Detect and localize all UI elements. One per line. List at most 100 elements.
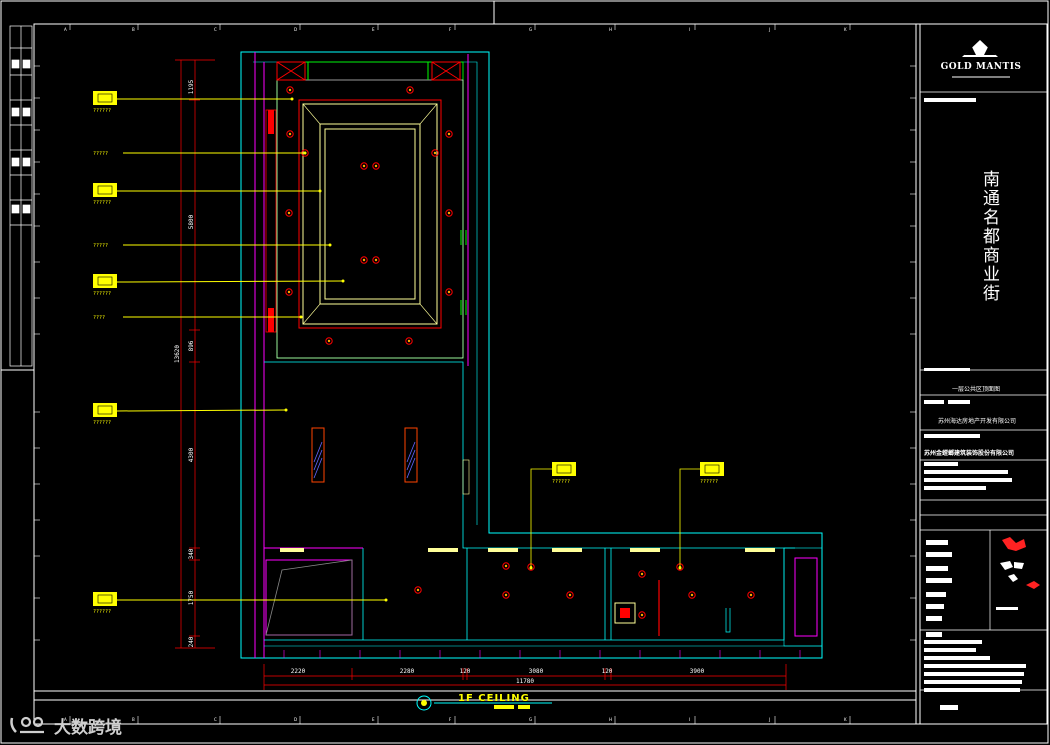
grid-letter-bottom: F [449,717,452,722]
dimension-overall-height: 13620 [174,345,181,363]
grid-letter-bottom: E [372,717,375,722]
callout-dot [341,279,345,283]
downlight-core [433,151,437,155]
downlight-core [287,211,291,215]
downlight-core [408,88,412,92]
grid-letter-top: I [689,27,690,32]
callout-dot [299,315,303,319]
downlight-core [327,339,331,343]
dimension-overall-width: 11780 [516,678,534,685]
callout-leader [116,280,344,283]
downlight-core [690,593,694,597]
grid-letter-bottom: K [844,717,847,722]
downlight-core [640,572,644,576]
grid-letter-bottom: C [214,717,217,722]
grid-letter-top: C [214,27,217,32]
dimension-left: 1750 [188,590,195,605]
callout-leader [116,409,287,412]
callout-leader [530,468,552,568]
brand-name: GOLD MANTIS [940,62,1022,72]
grid-letter-top: K [844,27,847,32]
dimension-left: 1195 [188,79,195,94]
drawing-title-block: 1F CEILING [416,693,552,711]
dimension-left: 240 [188,636,195,647]
dimension-bottom: 3080 [529,668,544,675]
downlight-core [568,593,572,597]
callout-dot [318,189,322,193]
dimension-bottom: 120 [602,668,613,675]
cad-drawing-canvas: AABBCCDDEEFFGGHHIIJJKK ?????????????????… [0,0,1049,744]
callout-label: ?????? [93,291,111,297]
grid-letter-top: G [529,27,532,32]
downlight-core [374,258,378,262]
left-dimension-line [175,59,215,649]
designer-company: 苏州金螳螂建筑装饰股份有限公司 [924,450,1015,457]
callout-label: ???? [93,315,105,321]
callout-label: ?????? [700,479,718,485]
downlights [285,86,755,619]
dimension-left: 4300 [188,447,195,462]
downlight-core [749,593,753,597]
downlight-core [288,132,292,136]
signature-stamps [996,537,1040,610]
grid-letter-bottom: G [529,717,532,722]
client-company: 苏州海达房地产开发有限公司 [938,418,1017,425]
grid-letter-bottom: B [132,717,135,722]
callout-label: ?????? [93,200,111,206]
callout-tag-icon [93,91,117,105]
grid-letter-top: F [449,27,452,32]
dimension-text: 2220 2280 120 3080 120 3900 11780 1195 5800 896 43… [174,79,705,685]
grid-letter-bottom: H [609,717,612,722]
callout-tag-icon [93,403,117,417]
callout-label: ????? [93,151,108,157]
callout-leader [679,468,700,568]
downlight-core [288,88,292,92]
project-name: 南通名都商业街 [979,170,999,303]
callout-dot [290,97,294,101]
grid-letter-top: B [132,27,135,32]
left-strip [9,25,33,367]
callout-label: ?????? [552,479,570,485]
downlight-core [362,258,366,262]
grid-letter-bottom: J [768,717,770,722]
downlight-core [407,339,411,343]
dashukuajing-logo-icon [10,716,44,734]
grid-letter-top: J [768,27,770,32]
callout-dot [284,408,288,412]
callout-tag-icon [93,183,117,197]
dimension-left: 896 [188,340,195,351]
grid-letter-top: E [372,27,375,32]
watermark: 大数跨境 [8,713,122,738]
downlight-core [287,290,291,294]
bottom-dimension-line [263,664,787,690]
drawing-frame [0,0,1049,744]
downlight-core [447,132,451,136]
dimension-bottom: 2220 [291,668,306,675]
downlight-core [447,290,451,294]
dimension-left: 340 [188,548,195,559]
callouts: ????????????????????????????????????????… [93,91,724,615]
callout-dot [678,566,682,570]
callout-dot [328,243,332,247]
dimension-left: 5800 [188,214,195,229]
downlight-core [447,211,451,215]
grid-letter-top: H [609,27,612,32]
callout-label: ????? [93,243,108,249]
dimension-bottom: 2280 [400,668,415,675]
callout-tag-icon [93,274,117,288]
callout-tag-icon [700,462,724,476]
grid-letter-bottom: D [294,717,297,722]
callout-dot [303,151,307,155]
dimension-bottom: 120 [460,668,471,675]
callout-label: ?????? [93,108,111,114]
drawing-title: 1F CEILING [458,693,530,704]
downlight-core [504,564,508,568]
callout-tag-icon [552,462,576,476]
downlight-core [640,613,644,617]
downlight-core [504,593,508,597]
downlight-core [416,588,420,592]
dimension-bottom: 3900 [690,668,705,675]
callout-dot [529,566,533,570]
callout-label: ?????? [93,609,111,615]
grid-letter-top: A [64,27,67,32]
